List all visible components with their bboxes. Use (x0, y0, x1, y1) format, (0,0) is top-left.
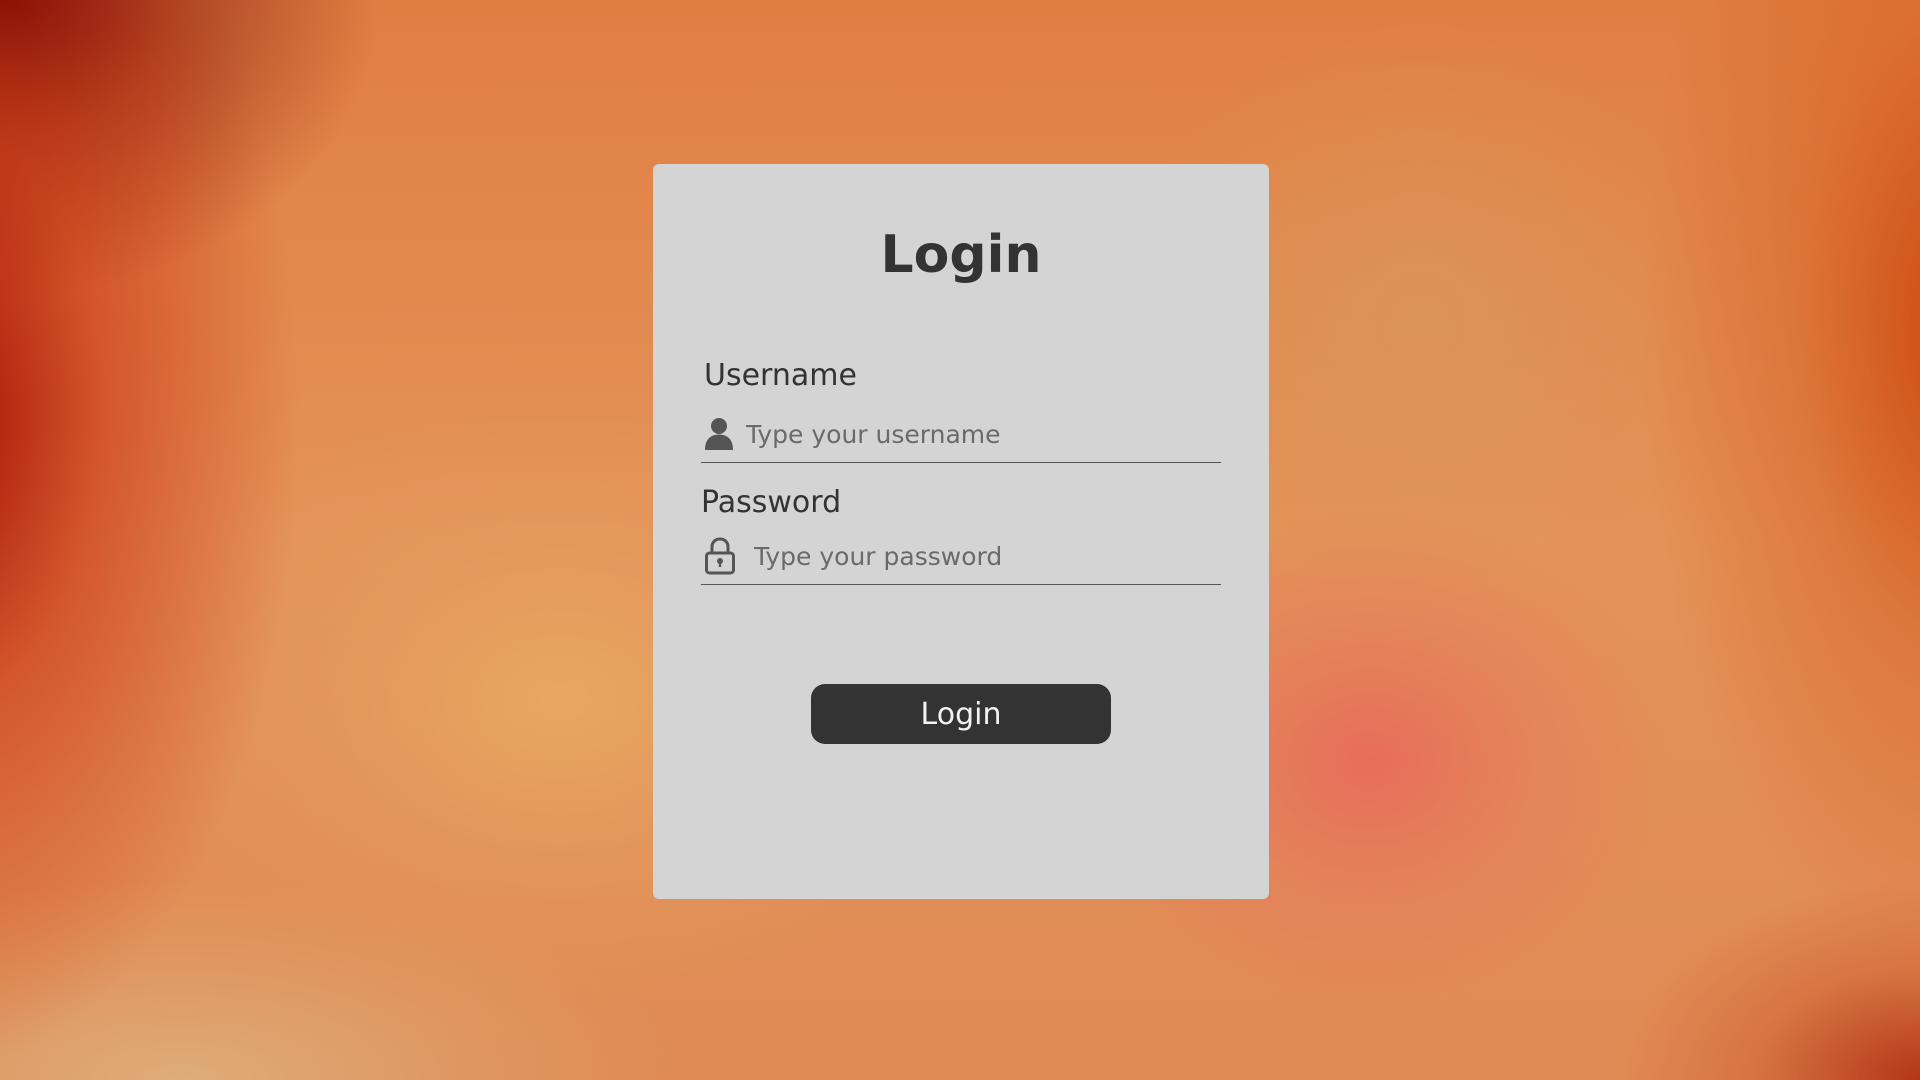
login-button[interactable]: Login (811, 684, 1111, 744)
username-label: Username (704, 358, 857, 393)
username-input[interactable] (738, 414, 1221, 454)
password-field-row (701, 528, 1221, 585)
login-title: Login (880, 225, 1042, 285)
lock-icon (704, 536, 738, 576)
password-input[interactable] (738, 536, 1221, 576)
username-field-row (701, 406, 1221, 463)
login-card: Login Username Password Login (653, 164, 1269, 899)
user-icon (704, 414, 738, 454)
password-label: Password (701, 485, 842, 520)
